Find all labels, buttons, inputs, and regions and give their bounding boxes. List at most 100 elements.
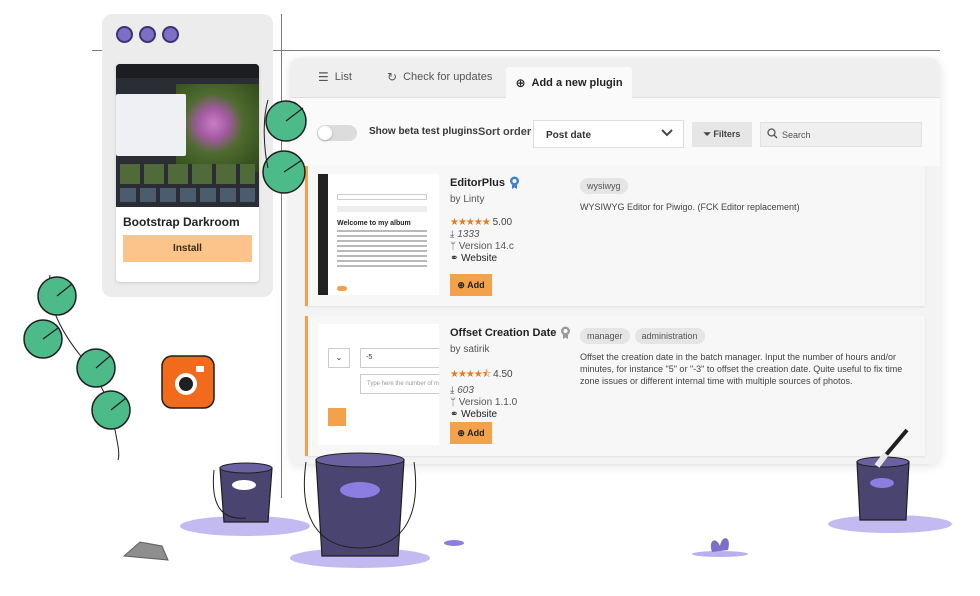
tab-label: Check for updates bbox=[403, 71, 493, 83]
plugin-card: Welcome to my album EditorPlus by Linty … bbox=[305, 166, 925, 306]
sort-label: Sort order bbox=[478, 126, 532, 138]
plugins-window: ☰ List ↻ Check for updates ⊕ Add a new p… bbox=[290, 58, 940, 464]
thumbnail-strip bbox=[120, 164, 255, 184]
beta-toggle[interactable] bbox=[317, 125, 357, 141]
toggle-knob bbox=[318, 126, 332, 140]
add-plugin-button[interactable]: ⊕ Add bbox=[450, 274, 492, 296]
add-label: Add bbox=[467, 280, 485, 290]
branch-icon: ᛘ bbox=[450, 241, 456, 252]
sort-value: Post date bbox=[546, 130, 592, 141]
thumbnail-strip bbox=[120, 188, 255, 202]
plugin-version: ᛘ Version 14.c bbox=[450, 241, 580, 252]
tag[interactable]: administration bbox=[634, 328, 705, 344]
search-box bbox=[760, 122, 922, 147]
toolbar: Show beta test plugins Sort order Post d… bbox=[290, 98, 940, 166]
plugin-website-link[interactable]: ⚭ Website bbox=[450, 409, 580, 420]
link-icon: ⚭ bbox=[450, 409, 459, 420]
tag[interactable]: wysiwyg bbox=[580, 178, 628, 194]
filters-button[interactable]: ⏷ Filters bbox=[692, 122, 752, 147]
plugin-website-link[interactable]: ⚭ Website bbox=[450, 253, 580, 264]
plugin-version: ᛘ Version 1.1.0 bbox=[450, 397, 580, 408]
filters-label: Filters bbox=[713, 129, 741, 139]
chevron-down-icon: ⌄ bbox=[328, 348, 350, 368]
lily-vine-icon bbox=[23, 274, 131, 461]
plugin-rating: ★★★★⯪ 4.50 bbox=[450, 367, 580, 384]
branch-icon: ᛘ bbox=[450, 397, 456, 408]
editor-field bbox=[337, 194, 427, 200]
tab-list[interactable]: ☰ List bbox=[318, 70, 352, 84]
plus-circle-icon: ⊕ bbox=[457, 428, 465, 438]
offset-placeholder: Type here the number of minutes bbox=[360, 374, 439, 394]
tab-label: Add a new plugin bbox=[531, 77, 623, 89]
plugin-card: ⌄ -5 Type here the number of minutes Off… bbox=[305, 316, 925, 456]
downloads-count: 603 bbox=[457, 385, 474, 396]
theme-preview-window: Bootstrap Darkroom Install bbox=[102, 14, 273, 297]
plugin-downloads: ⤓ 1333 bbox=[450, 229, 580, 240]
theme-screenshot bbox=[116, 64, 259, 207]
star-rating-icon: ★★★★★ bbox=[450, 217, 491, 228]
rating-value: 5.00 bbox=[492, 217, 513, 228]
rating-value: 4.50 bbox=[493, 369, 513, 380]
verified-badge-icon bbox=[509, 176, 520, 189]
plugin-tags: wysiwyg bbox=[580, 178, 628, 194]
plus-circle-icon: ⊕ bbox=[515, 76, 526, 90]
paint-bucket-icon bbox=[180, 462, 310, 536]
splash-icon bbox=[444, 538, 748, 557]
beta-label: Show beta test plugins bbox=[369, 126, 478, 137]
theme-name: Bootstrap Darkroom bbox=[123, 215, 240, 229]
plus-circle-icon: ⊕ bbox=[457, 280, 465, 290]
add-plugin-button[interactable]: ⊕ Add bbox=[450, 422, 492, 444]
website-text: Website bbox=[461, 253, 498, 264]
list-icon: ☰ bbox=[318, 70, 329, 84]
search-input[interactable] bbox=[782, 127, 917, 143]
camera-app-icon bbox=[161, 355, 215, 409]
window-dot-icon bbox=[162, 26, 179, 43]
editor-toolbar bbox=[337, 206, 427, 212]
plugin-name-text: Offset Creation Date bbox=[450, 326, 557, 339]
search-icon bbox=[767, 128, 778, 142]
link-icon: ⚭ bbox=[450, 253, 459, 264]
shot-panel bbox=[116, 94, 186, 156]
theme-card: Bootstrap Darkroom Install bbox=[116, 64, 259, 282]
plugin-description: Offset the creation date in the batch ma… bbox=[580, 352, 903, 386]
tab-check-updates[interactable]: ↻ Check for updates bbox=[387, 70, 492, 84]
downloads-count: 1333 bbox=[457, 229, 480, 240]
editor-sidebar bbox=[318, 174, 328, 295]
download-icon: ⤓ bbox=[450, 229, 455, 240]
plugin-description: WYSIWYG Editor for Piwigo. (FCK Editor r… bbox=[580, 202, 800, 212]
sort-order-select[interactable]: Post date bbox=[533, 120, 684, 148]
chevron-down-icon bbox=[661, 127, 673, 141]
window-controls bbox=[116, 26, 179, 43]
download-icon: ⤓ bbox=[450, 385, 455, 396]
plugin-author: by satirik bbox=[450, 344, 490, 355]
plugin-author: by Linty bbox=[450, 194, 485, 205]
refresh-icon: ↻ bbox=[387, 70, 398, 84]
editor-text-lines bbox=[337, 230, 427, 270]
plugin-downloads: ⤓ 603 bbox=[450, 385, 580, 396]
editor-heading: Welcome to my album bbox=[337, 220, 411, 227]
plugin-info: Offset Creation Date by satirik ★★★★⯪ 4.… bbox=[450, 326, 580, 420]
plugin-name[interactable]: EditorPlus bbox=[450, 176, 580, 189]
window-dot-icon bbox=[116, 26, 133, 43]
apply-swatch bbox=[328, 408, 346, 426]
flower-photo bbox=[176, 84, 259, 172]
plugin-name-text: EditorPlus bbox=[450, 176, 506, 189]
plugin-info: EditorPlus by Linty ★★★★★ 5.00 ⤓ 1333 ᛘ … bbox=[450, 176, 580, 264]
tab-add-plugin[interactable]: ⊕ Add a new plugin bbox=[506, 67, 632, 99]
tabs-bar: ☰ List ↻ Check for updates ⊕ Add a new p… bbox=[290, 58, 940, 99]
paint-bucket-icon bbox=[290, 452, 430, 568]
decor-vertical-line bbox=[281, 14, 282, 498]
install-button[interactable]: Install bbox=[123, 235, 252, 262]
version-text: Version 14.c bbox=[458, 241, 514, 252]
website-text: Website bbox=[461, 409, 498, 420]
plugin-name[interactable]: Offset Creation Date bbox=[450, 326, 580, 339]
shot-bar bbox=[116, 64, 259, 78]
offset-input: -5 bbox=[360, 348, 439, 368]
filter-icon: ⏷ bbox=[703, 129, 711, 139]
tag[interactable]: manager bbox=[580, 328, 630, 344]
add-label: Add bbox=[467, 428, 485, 438]
editor-toggle bbox=[337, 286, 347, 291]
plugin-thumbnail: Welcome to my album bbox=[318, 174, 439, 295]
rock-icon bbox=[122, 541, 169, 561]
tab-label: List bbox=[334, 71, 352, 83]
